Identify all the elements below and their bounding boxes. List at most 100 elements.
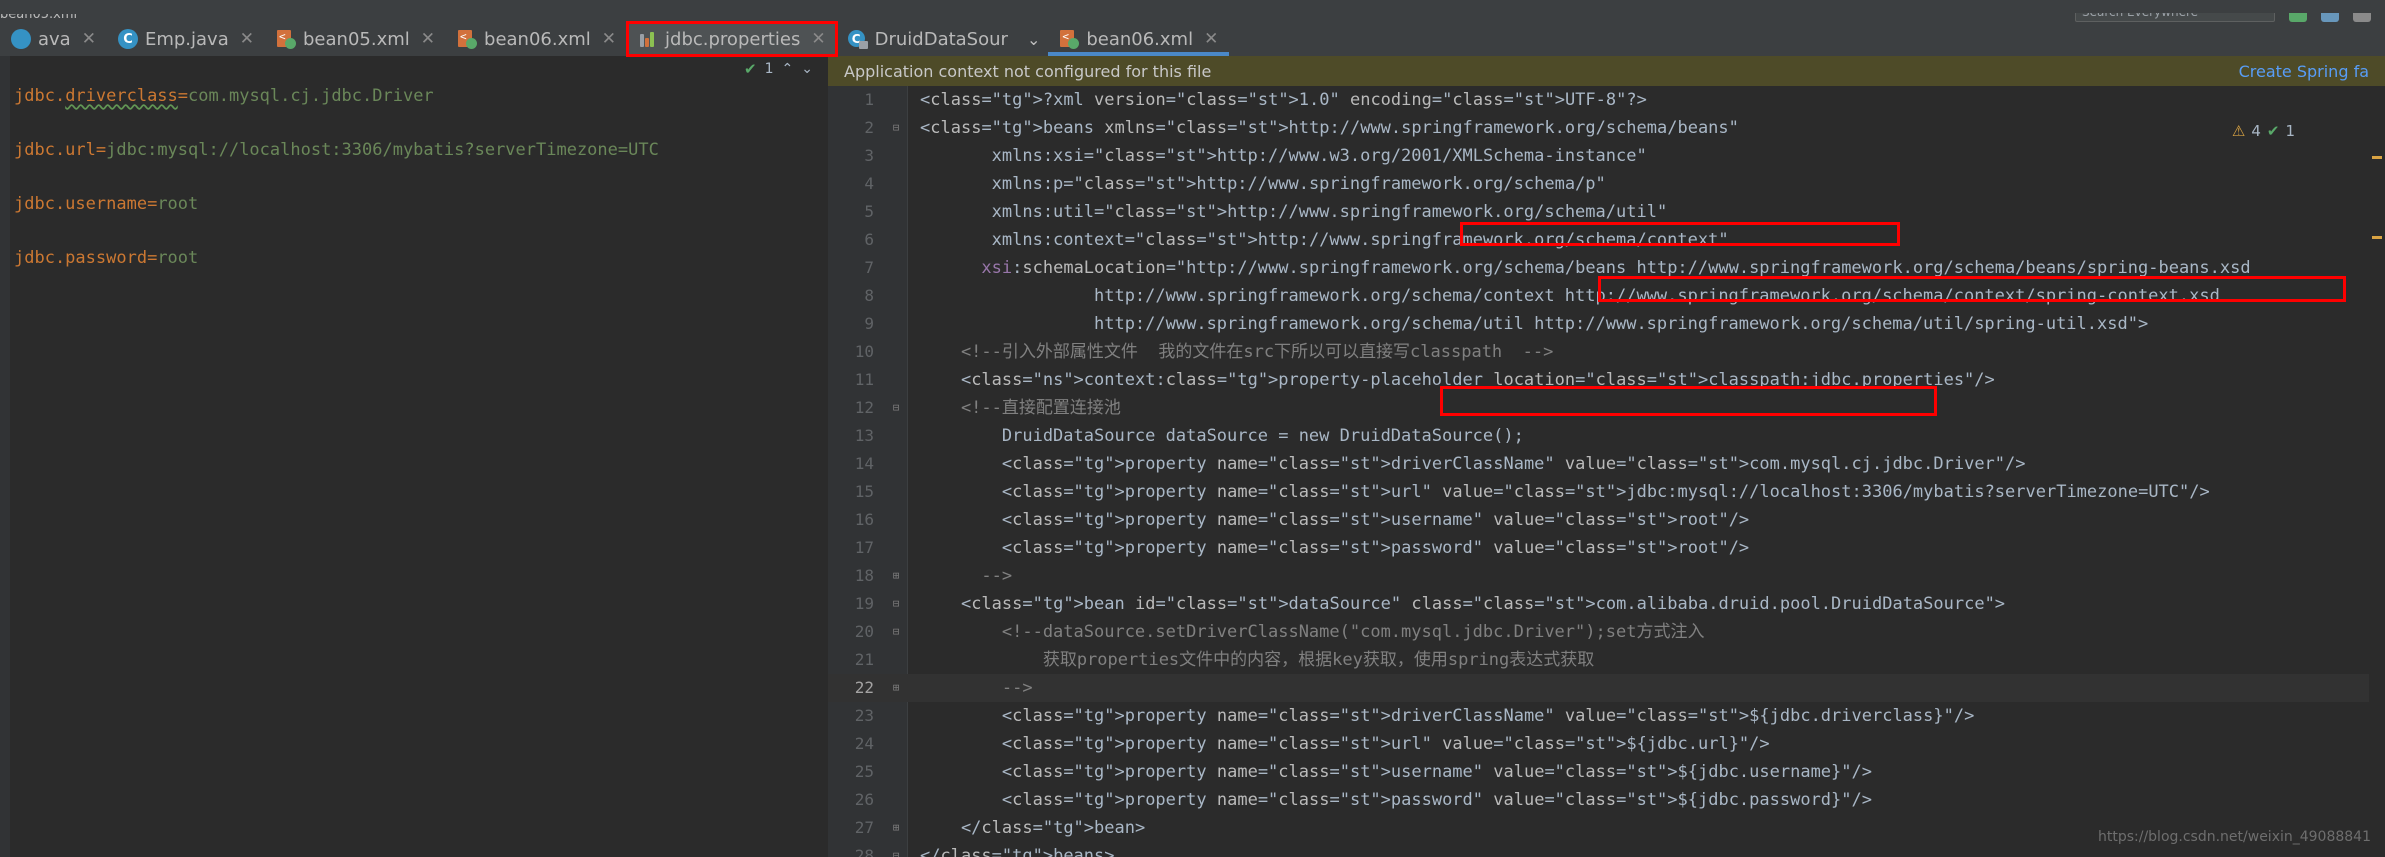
breadcrumb-item[interactable]: bean05.xml: [0, 14, 77, 22]
line-text: <class="tg">?xml: [920, 90, 1084, 110]
xml-lines: 1 <class="tg">?xml version="class="st">1.…: [828, 86, 2385, 857]
chevron-down-icon[interactable]: ⌄: [801, 61, 813, 77]
tab-label: bean05.xml: [303, 28, 410, 50]
close-icon[interactable]: ✕: [811, 29, 825, 49]
line-text: <class="tg">property: [920, 790, 1207, 810]
tab-bean05-xml[interactable]: bean05.xml ✕: [265, 22, 446, 56]
properties-line: jdbc.url=jdbc:mysql://localhost:3306/myb…: [14, 140, 659, 160]
line-number: 18: [854, 566, 874, 585]
properties-value: root: [157, 248, 199, 268]
editor-split: jdbc.driverclass=com.mysql.cj.jdbc.Drive…: [0, 56, 2385, 857]
fold-toggle-icon[interactable]: ⊞: [890, 682, 902, 694]
xml-code-line: 25 <class="tg">property name="class="st"…: [828, 758, 2385, 786]
line-text: <class="tg">property: [920, 762, 1207, 782]
tab-druiddatasource[interactable]: C DruidDataSour: [837, 22, 1019, 56]
line-text: 获取properties文件中的内容，根据key获取，使用spring表达式获取: [920, 650, 1595, 670]
fold-toggle-icon[interactable]: ⊟: [890, 122, 902, 134]
line-number: 13: [854, 426, 874, 445]
tab-label: bean06.xml: [484, 28, 591, 50]
tab-label: bean06.xml: [1086, 28, 1194, 50]
settings-icon[interactable]: [2353, 13, 2371, 22]
tab-jdbc-properties[interactable]: jdbc.properties ✕: [626, 21, 838, 57]
tab-emp-java[interactable]: C Emp.java ✕: [107, 22, 265, 56]
line-text: DruidDataSource dataSource = new DruidDa…: [920, 426, 1524, 446]
line-number: 12: [854, 398, 874, 417]
properties-key-warning: driverclass: [65, 86, 178, 106]
xml-code-line: 17 <class="tg">property name="class="st"…: [828, 534, 2385, 562]
xml-code-line: 11 <class="ns">context:class="tg">proper…: [828, 366, 2385, 394]
line-number: 5: [864, 202, 874, 221]
fold-toggle-icon[interactable]: ⊟: [890, 626, 902, 638]
breadcrumb: bean05.xml: [0, 14, 77, 22]
java-class-icon: C: [117, 29, 138, 49]
fold-toggle-icon[interactable]: ⊟: [890, 598, 902, 610]
line-text: <!--直接配置连接池: [920, 398, 1121, 418]
line-text: xmlns:xsi="class="st">http://www.w3.org/…: [920, 146, 1637, 166]
close-icon[interactable]: ✕: [421, 29, 435, 49]
left-inspection-widget[interactable]: ✔ 1 ⌃ ⌄: [744, 60, 813, 78]
xml-code-line: 21 获取properties文件中的内容，根据key获取，使用spring表达…: [828, 646, 2385, 674]
line-text: <!--引入外部属性文件 我的文件在src下所以可以直接写classpath -…: [920, 342, 1554, 362]
xml-code-line: 4 xmlns:p="class="st">http://www.springf…: [828, 170, 2385, 198]
line-number: 27: [854, 818, 874, 837]
line-number: 17: [854, 538, 874, 557]
fold-toggle-icon[interactable]: ⊟: [890, 402, 902, 414]
tab-label: DruidDataSour: [874, 28, 1008, 50]
xml-code-line: 26 <class="tg">property name="class="st"…: [828, 786, 2385, 814]
tab-ava-java[interactable]: ava ✕: [0, 22, 107, 56]
warn-count: 4: [2251, 122, 2261, 140]
line-text: xmlns:p="class="st">http://www.springfra…: [920, 174, 1596, 194]
banner-message: Application context not configured for t…: [844, 61, 1212, 81]
chevron-down-icon[interactable]: ⌄: [1019, 22, 1048, 56]
line-text: -->: [920, 678, 1033, 698]
xml-code-line: 8 http://www.springframework.org/schema/…: [828, 282, 2385, 310]
debug-icon[interactable]: [2321, 13, 2339, 22]
close-icon[interactable]: ✕: [82, 29, 96, 49]
properties-line: jdbc.driverclass=com.mysql.cj.jdbc.Drive…: [14, 86, 434, 106]
xml-code-line: 10 <!--引入外部属性文件 我的文件在src下所以可以直接写classpat…: [828, 338, 2385, 366]
fold-toggle-icon[interactable]: ⊞: [890, 822, 902, 834]
properties-value: root: [157, 194, 199, 214]
fold-toggle-icon[interactable]: ⊟: [890, 850, 902, 857]
xml-file-icon: [457, 29, 478, 49]
properties-file-icon: [638, 29, 658, 49]
search-everywhere-field[interactable]: Search Everywhere: [2075, 13, 2275, 22]
create-spring-facet-link[interactable]: Create Spring fa: [2239, 62, 2369, 81]
line-text: <class="ns">context: [920, 370, 1156, 390]
tab-bean06-xml[interactable]: bean06.xml ✕: [446, 22, 627, 56]
fold-toggle-icon[interactable]: ⊞: [890, 570, 902, 582]
xml-scrollbar[interactable]: [2369, 116, 2385, 857]
line-number: 20: [854, 622, 874, 641]
properties-code[interactable]: jdbc.driverclass=com.mysql.cj.jdbc.Drive…: [14, 56, 687, 326]
xml-code-line: 2 ⊟ <class="tg">beans xmlns="class="st">ht…: [828, 114, 2385, 142]
line-text: xmlns:util="class="st">http://www.spring…: [920, 202, 1657, 222]
xml-code-line: 5 xmlns:util="class="st">http://www.spri…: [828, 198, 2385, 226]
close-icon[interactable]: ✕: [240, 29, 254, 49]
xml-editor-pane[interactable]: Application context not configured for t…: [828, 56, 2385, 857]
chevron-up-icon[interactable]: ⌃: [782, 61, 794, 77]
idea-window: bean05.xml Search Everywhere ava ✕ C Emp…: [0, 0, 2385, 857]
xml-code-area[interactable]: 1 <class="tg">?xml version="class="st">1.…: [828, 86, 2385, 857]
tab-bean06-xml-right[interactable]: bean06.xml ✕: [1048, 22, 1230, 56]
xml-code-line: 6 xmlns:context="class="st">http://www.s…: [828, 226, 2385, 254]
line-number: 25: [854, 762, 874, 781]
xml-file-icon: [276, 29, 296, 49]
xml-code-line: 9 http://www.springframework.org/schema/…: [828, 310, 2385, 338]
close-icon[interactable]: ✕: [602, 29, 616, 49]
line-number: 6: [864, 230, 874, 249]
xml-code-line: 23 <class="tg">property name="class="st"…: [828, 702, 2385, 730]
line-number: 1: [864, 90, 874, 109]
properties-editor-pane[interactable]: jdbc.driverclass=com.mysql.cj.jdbc.Drive…: [0, 56, 828, 857]
toolbar-right-group: Search Everywhere: [1285, 13, 2385, 22]
scrollbar-marker: [2372, 156, 2382, 159]
close-icon[interactable]: ✕: [1204, 29, 1218, 49]
run-icon[interactable]: [2289, 13, 2307, 22]
watermark-text: https://blog.csdn.net/weixin_49088841: [2097, 829, 2371, 845]
java-file-icon: [11, 29, 31, 49]
line-number: 2: [864, 118, 874, 137]
line-text: <class="tg">property: [920, 510, 1207, 530]
line-number: 8: [864, 286, 874, 305]
warning-triangle-icon: ⚠: [2231, 122, 2246, 140]
line-text: http://www.springframework.org/schema/co…: [920, 286, 2220, 306]
right-inspection-widget[interactable]: ⚠ 4 ✔ 1: [2232, 122, 2295, 140]
